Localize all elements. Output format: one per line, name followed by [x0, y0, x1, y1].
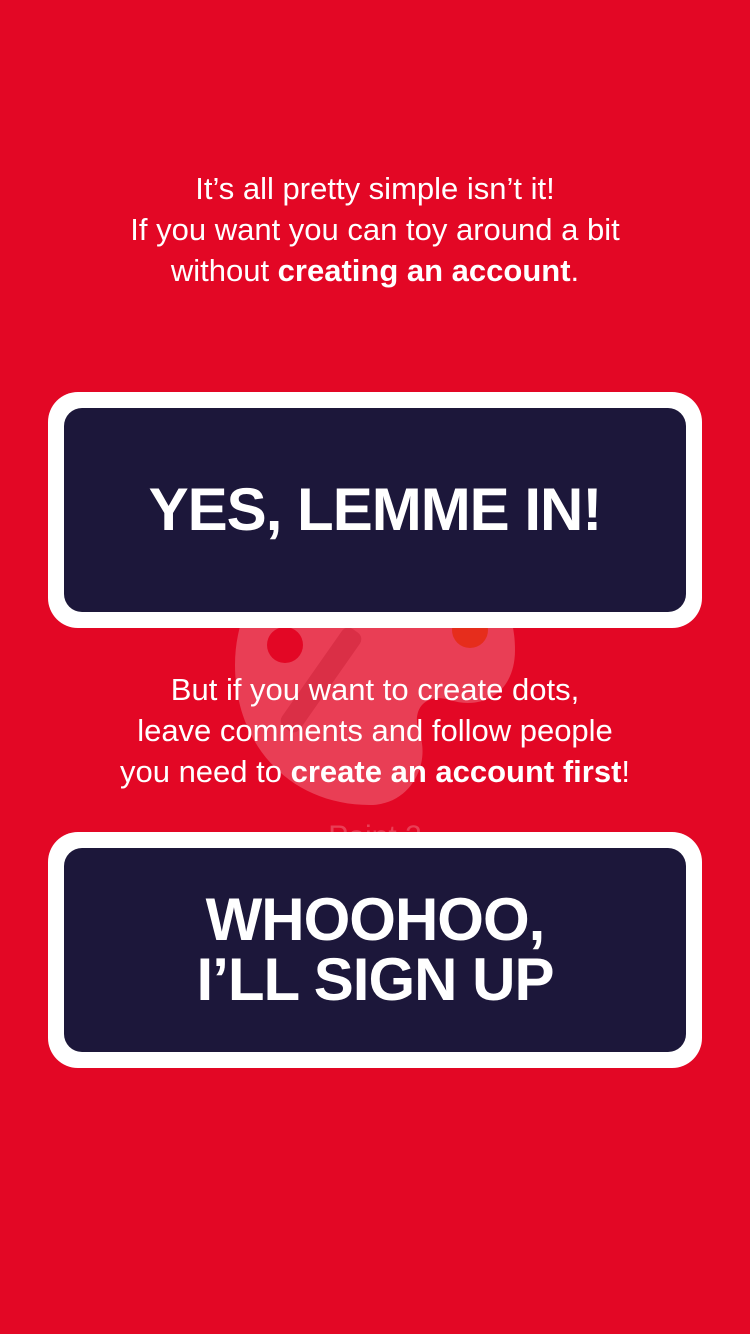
intro-highlight: creating an account [277, 253, 571, 288]
intro-line-3-prefix: without [170, 253, 278, 288]
notice-line-3-prefix: you need to [119, 754, 291, 789]
notice-line-3-suffix: ! [621, 754, 631, 789]
intro-line-3: without creating an account. [0, 250, 750, 291]
sign-up-label-line-1: WHOOHOO, [205, 886, 546, 953]
sign-up-button-label: WHOOHOO, I’LL SIGN UP [196, 886, 555, 1013]
intro-line-2: If you want you can toy around a bit [130, 212, 620, 247]
sign-up-label-line-2: I’LL SIGN UP [196, 946, 555, 1013]
enter-without-account-button[interactable]: YES, LEMME IN! [48, 392, 702, 628]
notice-line-1: But if you want to create dots, [170, 672, 580, 707]
intro-text: It’s all pretty simple isn’t it! If you … [0, 168, 750, 291]
enter-button-body[interactable]: YES, LEMME IN! [64, 408, 686, 612]
intro-line-3-suffix: . [570, 253, 580, 288]
sign-up-button[interactable]: WHOOHOO, I’LL SIGN UP [48, 832, 702, 1068]
notice-line-2: leave comments and follow people [137, 713, 613, 748]
sign-up-button-body[interactable]: WHOOHOO, I’LL SIGN UP [64, 848, 686, 1052]
account-notice: But if you want to create dots, leave co… [0, 669, 750, 792]
enter-button-label: YES, LEMME IN! [148, 476, 603, 543]
notice-highlight: create an account first [290, 754, 622, 789]
intro-line-1: It’s all pretty simple isn’t it! [195, 171, 555, 206]
notice-line-3: you need to create an account first! [0, 751, 750, 792]
